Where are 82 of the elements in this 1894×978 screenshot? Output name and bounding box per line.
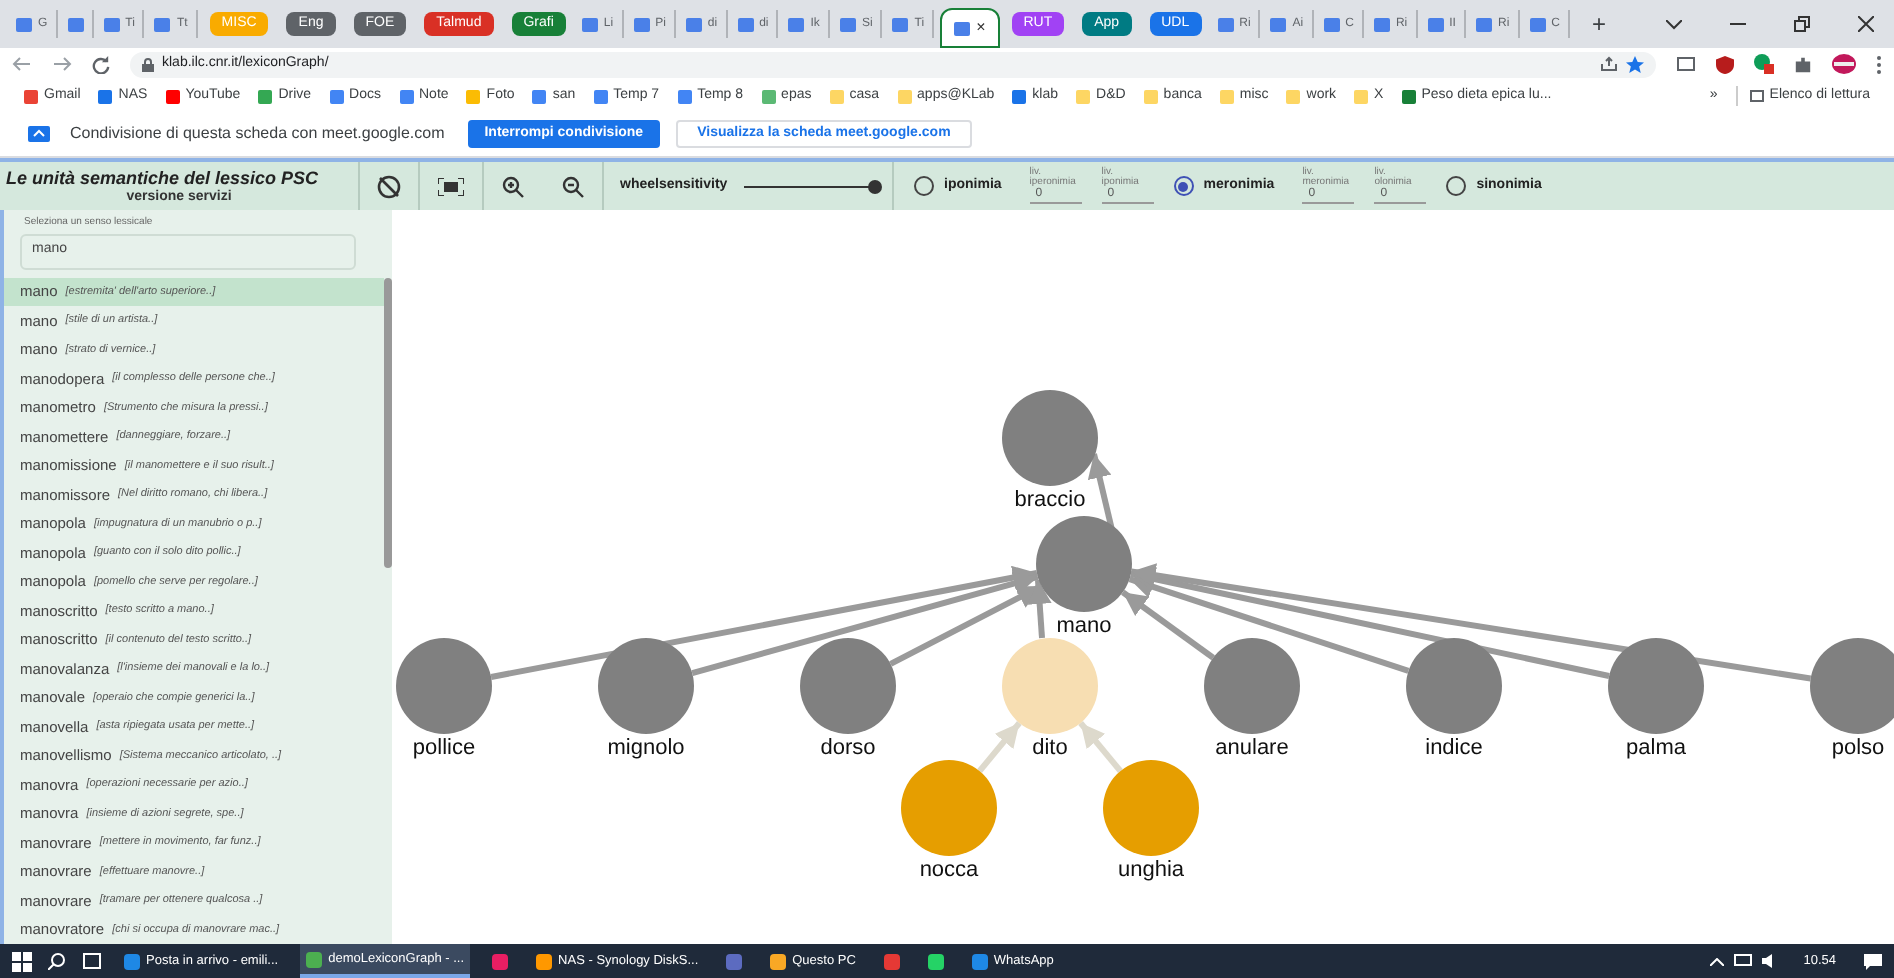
reload-icon[interactable] (92, 55, 110, 73)
page-icon (892, 17, 909, 31)
page-icon (954, 21, 971, 35)
graph-node[interactable] (800, 638, 896, 734)
task-view-icon[interactable] (82, 952, 102, 970)
radio-button[interactable] (1446, 176, 1467, 196)
fit-screen-icon[interactable] (438, 177, 464, 195)
page-icon (103, 17, 120, 31)
puzzle-icon[interactable] (1794, 55, 1812, 73)
zoom-out-icon[interactable] (561, 175, 584, 197)
scrollbar-thumb[interactable] (384, 277, 392, 567)
shield-icon[interactable] (1716, 55, 1734, 73)
graph-node[interactable] (1406, 638, 1502, 734)
new-tab-button[interactable]: + (1592, 6, 1607, 42)
arrow (977, 721, 1022, 773)
zoom-in-icon[interactable] (502, 175, 525, 197)
page-icon (1270, 17, 1287, 31)
arrow (1087, 453, 1115, 531)
graph-node[interactable] (1608, 638, 1704, 734)
notification-icon[interactable] (1864, 953, 1882, 969)
node-label: unghia (1117, 858, 1185, 882)
graph-node[interactable] (1002, 638, 1098, 734)
menu-icon[interactable] (1876, 55, 1882, 73)
forward-icon[interactable] (52, 56, 72, 72)
node-label: dorso (820, 736, 876, 760)
graph-node[interactable] (598, 638, 694, 734)
node-label: braccio (1014, 488, 1086, 512)
graph-node[interactable] (1036, 516, 1132, 612)
page-icon (1323, 17, 1340, 31)
chevron-up-icon[interactable] (1709, 957, 1724, 965)
extension-badge-icon[interactable] (1754, 54, 1774, 74)
radio-button[interactable] (1173, 176, 1194, 196)
network-icon[interactable] (1733, 954, 1752, 968)
page-icon (633, 17, 650, 31)
cast-icon[interactable] (1676, 56, 1696, 72)
lock-icon (142, 57, 154, 71)
restore-icon[interactable] (1794, 16, 1810, 32)
page-icon (581, 17, 598, 31)
node-label: indice (1425, 736, 1483, 760)
slider-thumb[interactable] (868, 179, 882, 193)
minimize-icon[interactable] (1730, 22, 1746, 26)
close-icon[interactable] (1858, 16, 1874, 32)
node-label: anulare (1215, 736, 1289, 760)
page-icon (1373, 17, 1390, 31)
screen-share-icon (28, 126, 50, 142)
page-icon (16, 17, 32, 31)
node-label: mano (1056, 614, 1112, 638)
page-icon (839, 17, 856, 31)
browser-tab[interactable] (63, 10, 94, 38)
page-icon (1475, 17, 1492, 31)
share-message: Condivisione di questa scheda con meet.google.com (70, 122, 445, 146)
graph-node[interactable] (1810, 638, 1894, 734)
page-icon (1529, 17, 1546, 31)
node-label: mignolo (607, 736, 685, 760)
page-icon (154, 17, 171, 31)
page-icon (1217, 17, 1234, 31)
graph-node[interactable] (1002, 390, 1098, 486)
eye-slash-icon[interactable] (376, 173, 402, 199)
page-icon (737, 17, 754, 31)
graph-node[interactable] (1103, 760, 1199, 856)
page-icon (67, 17, 84, 31)
page-icon (685, 17, 702, 31)
chevron-down-icon[interactable] (1666, 19, 1682, 29)
node-label: nocca (919, 858, 979, 882)
graph-node[interactable] (901, 760, 997, 856)
node-label: palma (1626, 736, 1686, 760)
page-icon (1427, 17, 1444, 31)
search-icon[interactable] (48, 952, 66, 970)
arrow (1078, 721, 1123, 773)
share-icon[interactable] (1600, 56, 1618, 72)
page-icon (788, 17, 805, 31)
start-icon[interactable] (12, 951, 32, 971)
back-icon[interactable] (12, 56, 32, 72)
graph-node[interactable] (396, 638, 492, 734)
node-label: pollice (412, 736, 476, 760)
star-icon[interactable] (1626, 55, 1644, 73)
node-label: polso (1831, 736, 1885, 760)
node-label: dito (1032, 736, 1068, 760)
graph-node[interactable] (1204, 638, 1300, 734)
app-title: Le unità semantiche del lessico PSC (4, 169, 319, 187)
radio-button[interactable] (914, 176, 934, 196)
browser-tab[interactable]: × (940, 8, 1000, 48)
